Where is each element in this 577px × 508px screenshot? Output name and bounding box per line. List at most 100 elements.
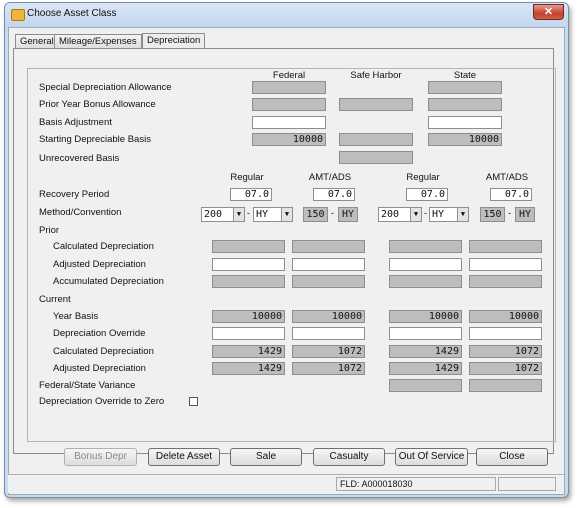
header-federal-amt: AMT/ADS [308,172,352,183]
adj-depr-state-regular: 1429 [389,362,462,375]
prior-bonus-safe-harbor-field [339,98,413,111]
header-state-amt: AMT/ADS [485,172,529,183]
tab-general[interactable]: General [15,34,59,48]
prior-bonus-federal-field [252,98,326,111]
status-bar: FLD: A000018030 [8,474,564,493]
header-state-regular: Regular [406,172,440,183]
year-basis-state-amt: 10000 [469,310,542,323]
label-special-depreciation: Special Depreciation Allowance [39,82,172,93]
label-starting-basis: Starting Depreciable Basis [39,134,151,145]
sale-button[interactable]: Sale [230,448,302,466]
separator-dash: - [247,208,250,218]
convention-value: HY [256,209,269,220]
depr-override-state-amt-input[interactable] [469,327,542,340]
label-recovery-period: Recovery Period [39,189,110,200]
tab-mileage-expenses[interactable]: Mileage/Expenses [54,34,142,48]
method-federal-regular-select[interactable]: 200 ▼ [201,207,245,222]
header-federal-regular: Regular [230,172,264,183]
prior-adj-depr-state-amt-input[interactable] [469,258,542,271]
header-federal: Federal [272,70,306,81]
chevron-down-icon[interactable]: ▼ [233,208,244,221]
chevron-down-icon[interactable]: ▼ [281,208,292,221]
recovery-period-federal-regular-input[interactable]: 07.0 [230,188,272,201]
close-button[interactable]: Close [476,448,548,466]
convention-value: HY [432,209,445,220]
label-accumulated-depreciation: Accumulated Depreciation [53,276,164,287]
year-basis-state-regular: 10000 [389,310,462,323]
chevron-down-icon[interactable]: ▼ [410,208,421,221]
starting-basis-federal-field: 10000 [252,133,326,146]
out-of-service-button[interactable]: Out Of Service [395,448,468,466]
prior-calc-depr-federal-regular [212,240,285,253]
override-to-zero-checkbox[interactable] [189,397,198,406]
method-state-amt-field: 150 [480,207,505,222]
calc-depr-state-regular: 1429 [389,345,462,358]
label-override-to-zero: Depreciation Override to Zero [39,396,165,407]
chevron-down-icon[interactable]: ▼ [457,208,468,221]
label-depreciation-override: Depreciation Override [53,328,146,339]
accum-depr-state-regular [389,275,462,288]
prior-calc-depr-state-regular [389,240,462,253]
label-prior-year-bonus: Prior Year Bonus Allowance [39,99,156,110]
prior-adj-depr-federal-regular-input[interactable] [212,258,285,271]
label-current-calculated-depreciation: Calculated Depreciation [53,346,154,357]
header-safe-harbor: Safe Harbor [350,70,402,81]
window-close-button[interactable]: ✕ [533,4,564,20]
special-depr-federal-field [252,81,326,94]
variance-state-amt [469,379,542,392]
calc-depr-federal-amt: 1072 [292,345,365,358]
prior-calc-depr-state-amt [469,240,542,253]
convention-federal-regular-select[interactable]: HY ▼ [253,207,293,222]
label-basis-adjustment: Basis Adjustment [39,117,112,128]
prior-adj-depr-federal-amt-input[interactable] [292,258,365,271]
basis-adjustment-state-input[interactable] [428,116,502,129]
starting-basis-safe-harbor-field [339,133,413,146]
prior-calc-depr-federal-amt [292,240,365,253]
folder-icon [11,9,25,21]
special-depr-state-field [428,81,502,94]
variance-state-regular [389,379,462,392]
header-state: State [453,70,477,81]
tab-depreciation[interactable]: Depreciation [142,33,206,49]
window-title: Choose Asset Class [27,8,117,19]
depr-override-federal-regular-input[interactable] [212,327,285,340]
delete-asset-button[interactable]: Delete Asset [148,448,220,466]
convention-state-regular-select[interactable]: HY ▼ [429,207,469,222]
accum-depr-federal-amt [292,275,365,288]
prior-bonus-state-field [428,98,502,111]
recovery-period-federal-amt-input[interactable]: 07.0 [313,188,355,201]
separator-dash: - [331,208,334,218]
method-value: 200 [381,209,400,220]
year-basis-federal-regular: 10000 [212,310,285,323]
method-federal-amt-field: 150 [303,207,328,222]
casualty-button[interactable]: Casualty [313,448,385,466]
status-empty-panel [498,477,556,491]
label-prior: Prior [39,225,60,236]
recovery-period-state-amt-input[interactable]: 07.0 [490,188,532,201]
label-prior-adjusted-depreciation: Adjusted Depreciation [53,259,146,270]
label-prior-calculated-depreciation: Calculated Depreciation [53,241,154,252]
starting-basis-state-field: 10000 [428,133,502,146]
label-federal-state-variance: Federal/State Variance [39,380,136,391]
accum-depr-state-amt [469,275,542,288]
adj-depr-federal-amt: 1072 [292,362,365,375]
basis-adjustment-federal-input[interactable] [252,116,326,129]
adj-depr-federal-regular: 1429 [212,362,285,375]
depr-override-federal-amt-input[interactable] [292,327,365,340]
prior-adj-depr-state-regular-input[interactable] [389,258,462,271]
calc-depr-state-amt: 1072 [469,345,542,358]
status-field-id: FLD: A000018030 [336,477,496,491]
method-state-regular-select[interactable]: 200 ▼ [378,207,422,222]
adj-depr-state-amt: 1072 [469,362,542,375]
convention-state-amt-field: HY [515,207,535,222]
separator-dash: - [424,208,427,218]
label-current: Current [39,294,71,305]
depr-override-state-regular-input[interactable] [389,327,462,340]
bonus-depr-button[interactable]: Bonus Depr [64,448,137,466]
calc-depr-federal-regular: 1429 [212,345,285,358]
accum-depr-federal-regular [212,275,285,288]
recovery-period-state-regular-input[interactable]: 07.0 [406,188,448,201]
label-current-adjusted-depreciation: Adjusted Depreciation [53,363,146,374]
year-basis-federal-amt: 10000 [292,310,365,323]
label-unrecovered-basis: Unrecovered Basis [39,153,120,164]
